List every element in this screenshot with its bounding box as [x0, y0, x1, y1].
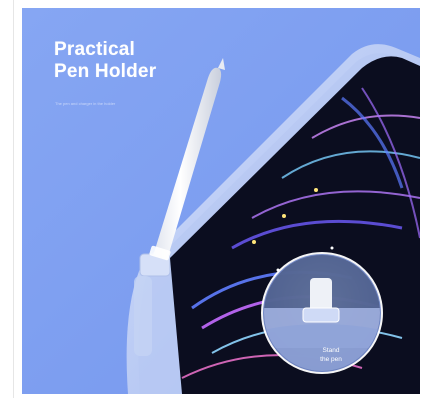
left-page-edge — [0, 0, 14, 398]
headline-line-2: Pen Holder — [54, 61, 157, 82]
zoom-caption-line-2: the pen — [320, 356, 342, 363]
zoom-caption-line-1: Stand — [322, 347, 340, 354]
headline-line-1: Practical — [54, 39, 136, 60]
zoom-caption: Stand the pen — [308, 346, 354, 364]
headline: Practical Pen Holder — [54, 39, 224, 83]
case-corner — [134, 276, 152, 356]
page: Practical Pen Holder The pen and charger… — [0, 0, 426, 398]
subtext: The pen and charger in the holder — [55, 101, 116, 106]
product-image: Practical Pen Holder The pen and charger… — [22, 8, 420, 394]
